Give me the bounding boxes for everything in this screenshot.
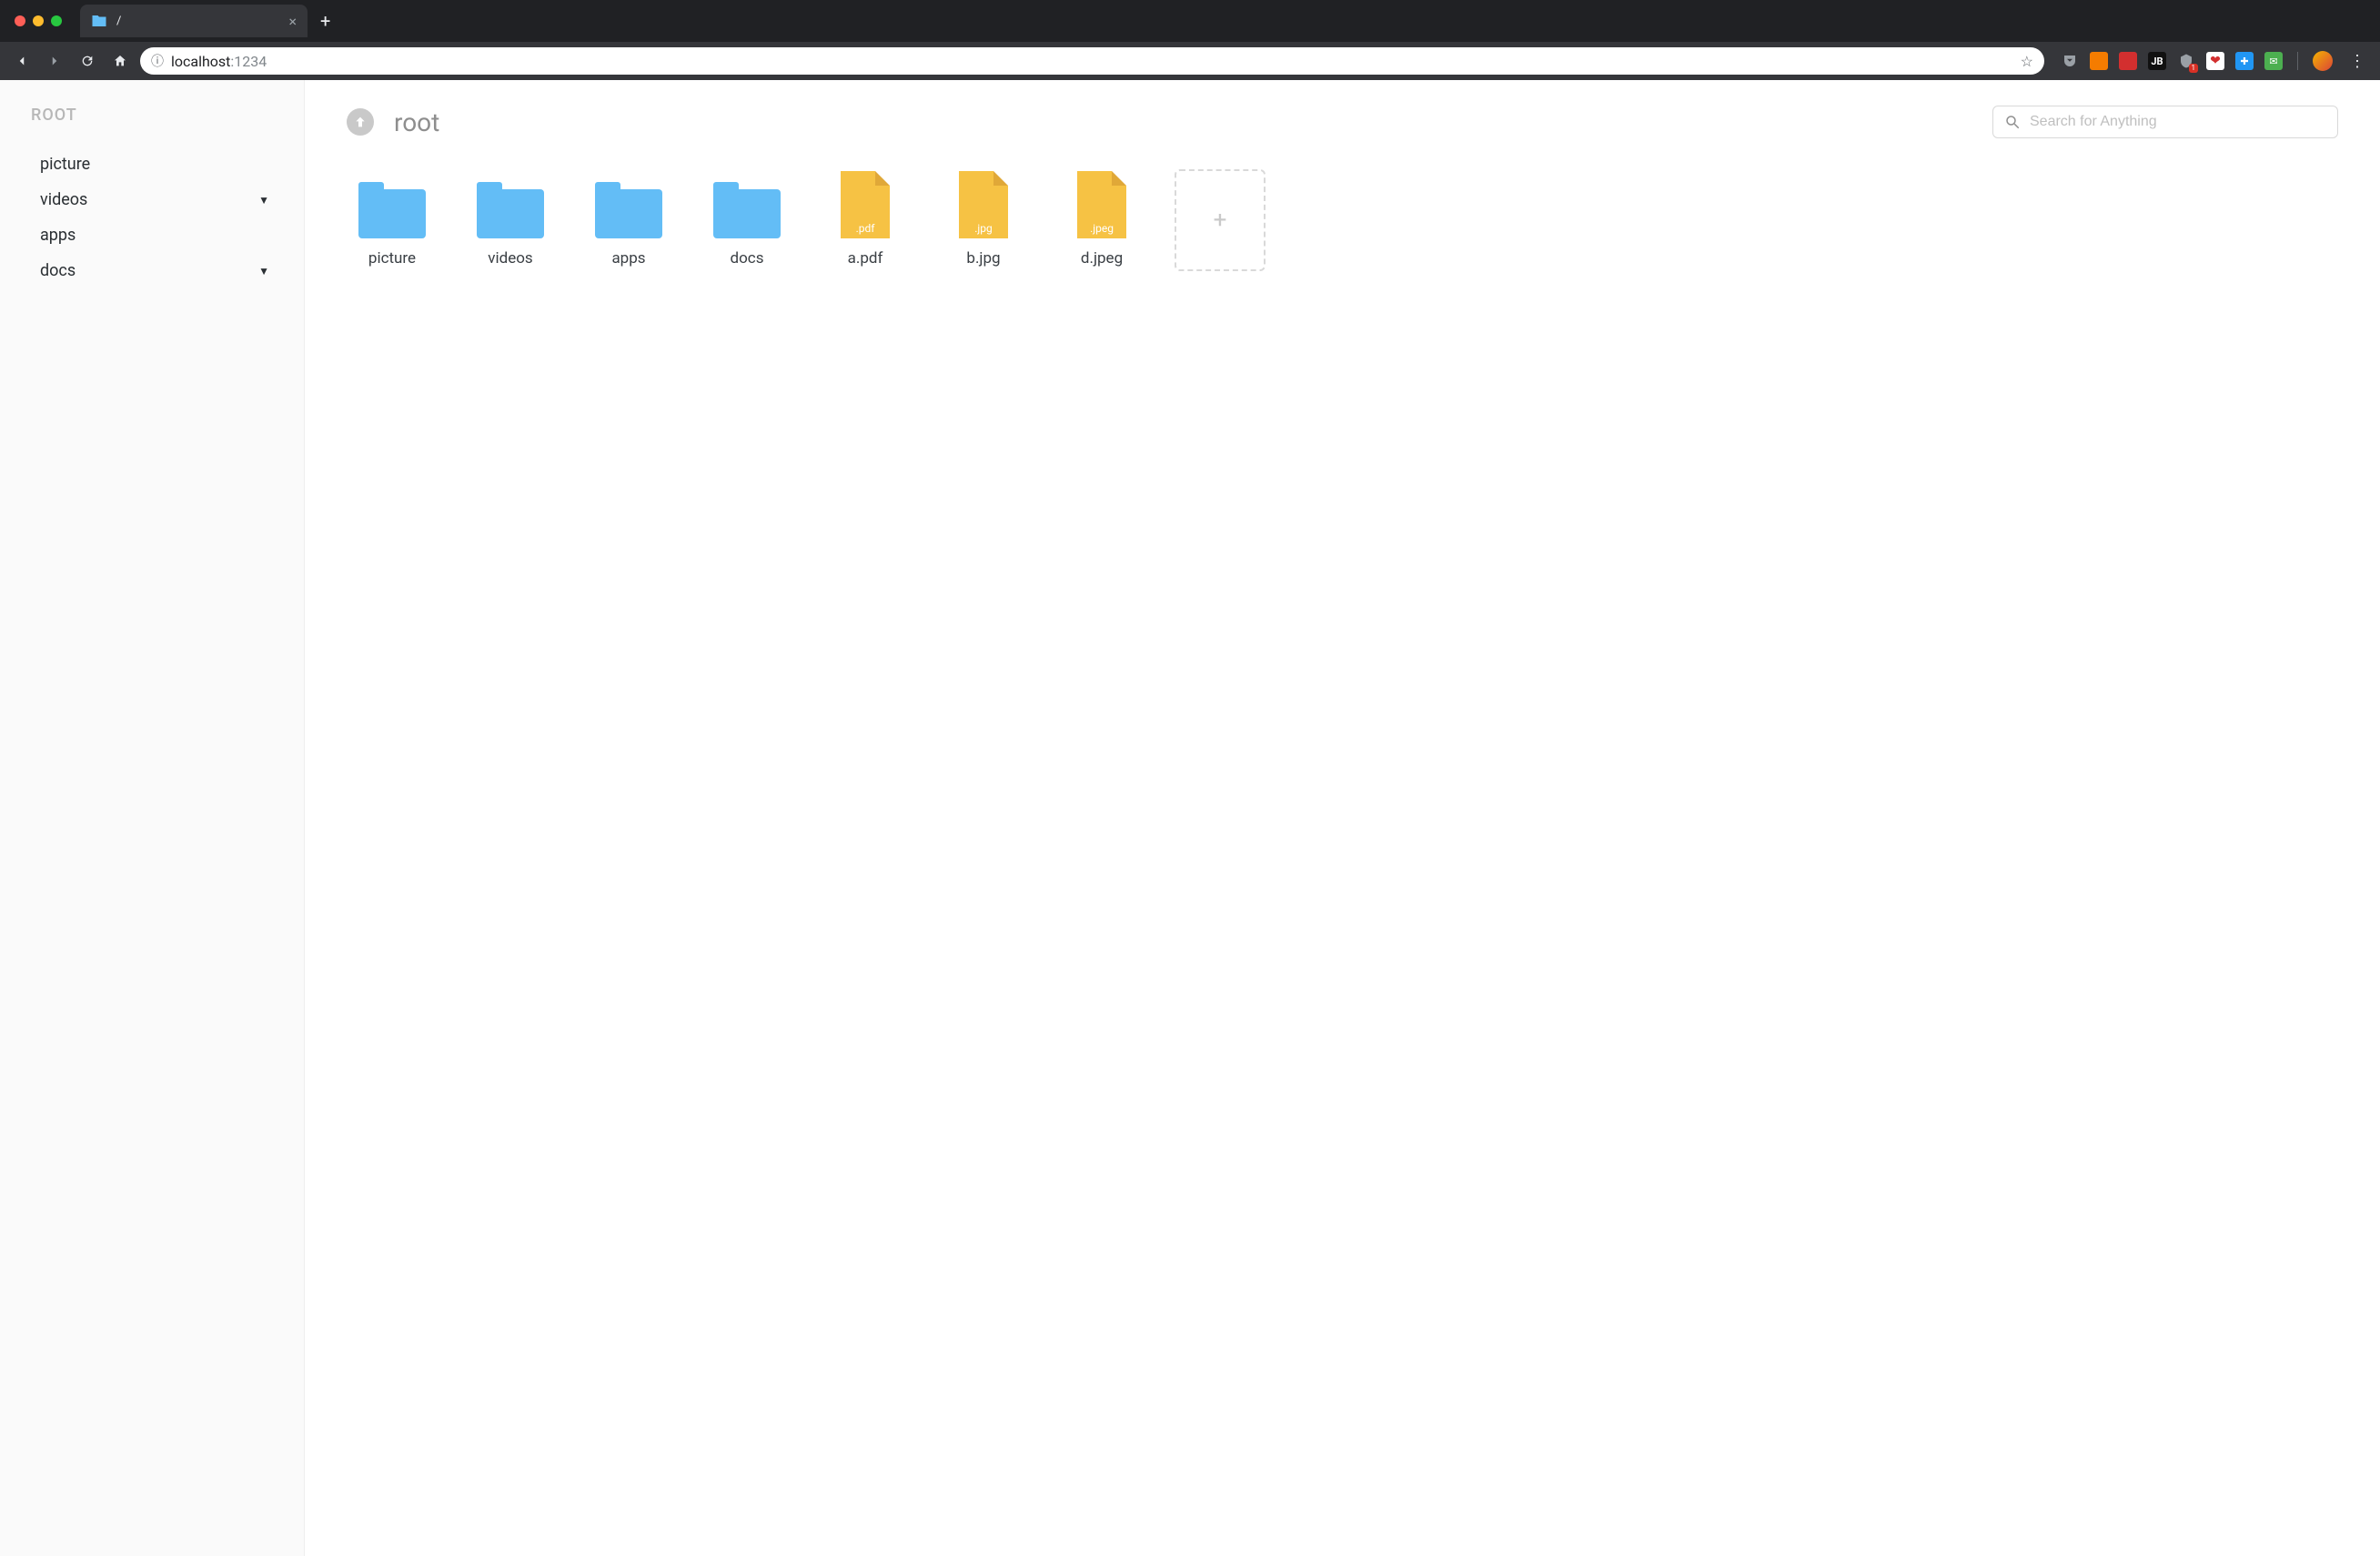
back-button[interactable] [9,48,35,74]
file-item[interactable]: .jpeg d.jpeg [1056,169,1147,271]
extension-icon-jb[interactable]: JB [2148,52,2166,70]
sidebar-item-apps[interactable]: apps [0,217,304,253]
site-info-icon[interactable]: ⓘ [151,52,164,70]
shield-extension-icon[interactable]: 1 [2177,52,2195,70]
url-host: localhost [171,53,230,70]
main-header: root [347,106,2338,138]
item-label: b.jpg [966,249,1000,268]
item-label: apps [611,249,645,268]
item-label: videos [488,249,532,268]
search-input[interactable] [2030,114,2326,130]
extension-icon-orange[interactable] [2090,52,2108,70]
search-box[interactable] [1992,106,2338,138]
extension-icon-green[interactable]: ✉ [2264,52,2283,70]
pocket-extension-icon[interactable] [2061,52,2079,70]
extension-icons: JB 1 ❤ ✚ ✉ ⋮ [2061,51,2371,71]
go-up-button[interactable] [347,108,374,136]
tab-close-button[interactable]: × [288,13,297,30]
folder-item[interactable]: picture [347,169,438,271]
add-item-button[interactable]: + [1175,169,1266,271]
file-icon: .jpeg [1077,171,1126,238]
breadcrumb: root [394,107,439,137]
extension-badge: 1 [2189,64,2199,73]
plus-icon: + [1214,207,1227,234]
file-icon: .pdf [841,171,890,238]
sidebar-item-picture[interactable]: picture [0,147,304,182]
url-port: :1234 [230,53,267,70]
file-item[interactable]: .pdf a.pdf [820,169,911,271]
file-ext-label: .jpg [974,222,993,238]
sidebar-item-label: videos [40,190,87,209]
sidebar-title: ROOT [0,106,304,147]
extension-icon-blue[interactable]: ✚ [2235,52,2254,70]
file-icon: .jpg [959,171,1008,238]
items-grid: picture videos apps docs .pdf a.pdf .jpg… [347,169,2338,271]
file-ext-label: .pdf [856,222,875,238]
address-bar[interactable]: ⓘ localhost:1234 ☆ [140,47,2044,75]
file-item[interactable]: .jpg b.jpg [938,169,1029,271]
sidebar-item-label: picture [40,155,90,174]
sidebar-item-label: docs [40,261,76,280]
tab-title: / [116,15,279,28]
browser-tab[interactable]: / × [80,5,308,37]
browser-menu-button[interactable]: ⋮ [2344,52,2371,71]
folder-icon [477,189,544,238]
file-ext-label: .jpeg [1090,222,1114,238]
item-label: picture [368,249,416,268]
folder-item[interactable]: apps [583,169,674,271]
sidebar: ROOT picture videos ▼ apps docs ▼ [0,80,305,1556]
folder-icon [358,189,426,238]
app-root: ROOT picture videos ▼ apps docs ▼ root [0,80,2380,1556]
search-icon [2004,114,2021,130]
folder-item[interactable]: docs [701,169,792,271]
sidebar-item-docs[interactable]: docs ▼ [0,253,304,288]
folder-icon [595,189,662,238]
bookmark-star-icon[interactable]: ☆ [2021,53,2033,70]
new-tab-button[interactable]: + [320,10,330,32]
window-zoom-button[interactable] [51,15,62,26]
forward-button[interactable] [42,48,67,74]
folder-icon [713,189,781,238]
home-button[interactable] [107,48,133,74]
folder-item[interactable]: videos [465,169,556,271]
item-label: docs [731,249,764,268]
window-close-button[interactable] [15,15,25,26]
extension-icon-red[interactable] [2119,52,2137,70]
tab-strip: / × + [0,0,2380,42]
chevron-down-icon[interactable]: ▼ [258,194,269,207]
sidebar-item-videos[interactable]: videos ▼ [0,182,304,217]
folder-favicon-icon [91,13,107,29]
item-label: a.pdf [848,249,883,268]
main-panel: root picture videos apps docs [305,80,2380,1556]
toolbar-divider [2297,52,2298,70]
browser-toolbar: ⓘ localhost:1234 ☆ JB 1 ❤ ✚ ✉ [0,42,2380,80]
sidebar-item-label: apps [40,226,76,245]
browser-chrome: / × + ⓘ localhost:1234 ☆ [0,0,2380,80]
reload-button[interactable] [75,48,100,74]
extension-icon-white[interactable]: ❤ [2206,52,2224,70]
chevron-down-icon[interactable]: ▼ [258,265,269,278]
profile-avatar[interactable] [2313,51,2333,71]
window-minimize-button[interactable] [33,15,44,26]
window-controls [15,15,62,26]
item-label: d.jpeg [1081,249,1123,268]
url-text: localhost:1234 [171,53,267,70]
sidebar-tree: picture videos ▼ apps docs ▼ [0,147,304,288]
